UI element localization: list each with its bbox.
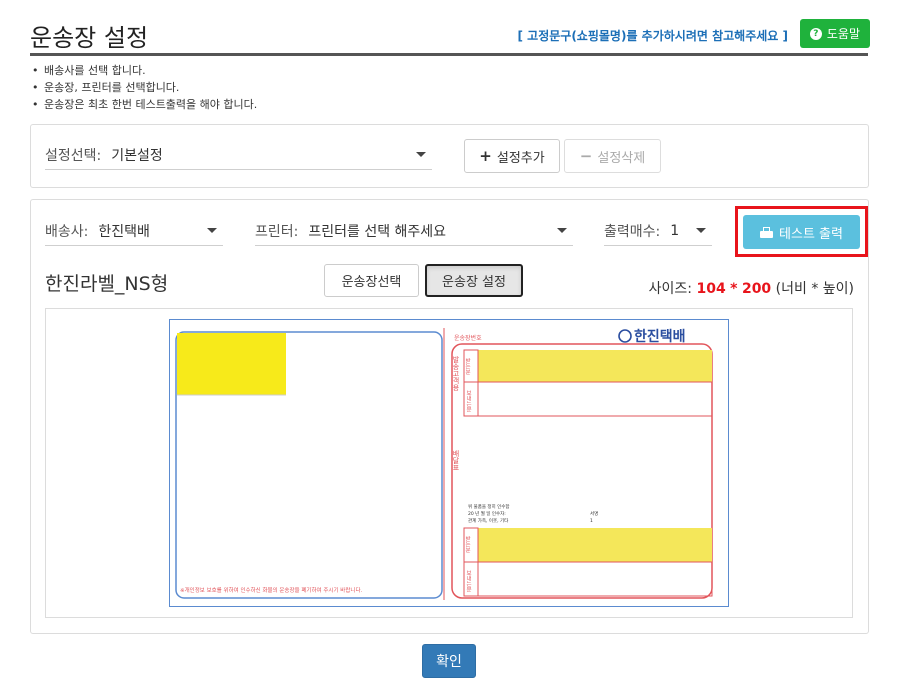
page-title: 운송장 설정 — [30, 24, 149, 52]
instruction-item: 운송장, 프린터를 선택합니다. — [30, 79, 257, 96]
receiver-tag-bottom: 받는분 — [464, 535, 471, 553]
printer-icon — [760, 226, 774, 238]
sender-tag-top: 보내는분 — [465, 390, 472, 413]
left-yellow-block — [177, 333, 286, 395]
sender-row-box-bottom — [463, 561, 713, 597]
receiver-yellow-block-bottom — [478, 528, 712, 562]
add-setting-button[interactable]: + 설정추가 — [464, 139, 560, 173]
lower-side-vertical-text: 배달표 — [452, 449, 460, 471]
receipt-right-1: 서명 — [590, 510, 598, 517]
copies-select-label: 출력매수: — [604, 223, 661, 240]
left-footer-text: ※개인정보 보호를 위하여 인수하신 화물의 운송장을 폐기하여 주시기 바랍니… — [180, 586, 363, 594]
setting-select[interactable]: 설정선택: 기본설정 — [45, 140, 432, 170]
plus-icon: + — [479, 146, 492, 165]
size-width: 104 — [696, 281, 726, 297]
chevron-down-icon — [696, 228, 706, 233]
size-separator: * — [730, 281, 738, 297]
setting-select-label: 설정선택: — [45, 147, 102, 164]
chevron-down-icon — [207, 228, 217, 233]
test-print-button[interactable]: 테스트 출력 — [743, 215, 860, 249]
instruction-item: 운송장은 최초 한번 테스트출력을 해야 합니다. — [30, 96, 257, 113]
instruction-item: 배송사를 선택 합니다. — [30, 62, 257, 79]
size-prefix: 사이즈: — [648, 281, 693, 297]
test-print-label: 테스트 출력 — [779, 226, 843, 242]
label-size-info: 사이즈: 104 * 200 (너비 * 높이) — [649, 278, 854, 298]
instruction-list: 배송사를 선택 합니다. 운송장, 프린터를 선택합니다. 운송장은 최초 한번… — [30, 62, 257, 113]
sender-row-box — [463, 381, 713, 417]
chevron-down-icon — [557, 228, 567, 233]
printer-select-value: 프린터를 선택 해주세요 — [308, 223, 447, 240]
page-header: 운송장 설정 [ 고정문구(쇼핑몰명)를 추가하시려면 참고해주세요 ] ? 도… — [30, 14, 870, 56]
printer-select[interactable]: 프린터: 프린터를 선택 해주세요 — [255, 216, 573, 246]
question-circle-icon: ? — [809, 27, 822, 40]
receiver-yellow-block — [478, 350, 712, 382]
title-divider — [30, 53, 868, 56]
receipt-line-3: 관계 가족, 이웃, 기타 — [468, 517, 509, 524]
fixed-phrase-help-link[interactable]: [ 고정문구(쇼핑몰명)를 추가하시려면 참고해주세요 ] — [518, 27, 789, 44]
receipt-line-1: 위 물품을 정히 인수함 — [468, 503, 510, 510]
help-button[interactable]: ? 도움말 — [799, 19, 870, 48]
side-vertical-text: 발송고객용 — [452, 355, 460, 391]
receipt-right-2: 1 — [590, 518, 593, 524]
waybill-label-preview: ※개인정보 보호를 위하여 인수하신 화물의 운송장을 폐기하여 주시기 바랍니… — [169, 319, 729, 607]
copies-select-value: 1 — [670, 222, 680, 239]
chevron-down-icon — [416, 152, 426, 157]
minus-icon: − — [579, 146, 593, 165]
size-height: 200 — [741, 281, 772, 297]
sender-tag-bottom: 보내는분 — [465, 570, 472, 593]
hanjin-logo-icon — [618, 329, 632, 343]
waybill-select-tab[interactable]: 운송장선택 — [324, 264, 419, 297]
receiver-tag-top: 받는분 — [464, 357, 471, 375]
carrier-select-value: 한진택배 — [98, 223, 150, 240]
delete-setting-label: 설정삭제 — [597, 150, 646, 166]
delete-setting-button[interactable]: − 설정삭제 — [564, 139, 661, 173]
setting-select-value: 기본설정 — [111, 147, 163, 164]
copies-select[interactable]: 출력매수: 1 — [604, 216, 712, 246]
carrier-select[interactable]: 배송사: 한진택배 — [45, 216, 223, 246]
help-button-label: 도움말 — [826, 27, 860, 41]
receipt-line-2: 20 년 월 일 인수자: — [468, 510, 506, 517]
brand-name: 한진택배 — [634, 328, 686, 345]
size-suffix: (너비 * 높이) — [775, 281, 854, 297]
waybill-no-label: 운송장번호 — [454, 334, 482, 342]
waybill-setting-tab[interactable]: 운송장 설정 — [425, 264, 523, 297]
waybill-label-drawing: ※개인정보 보호를 위하여 인수하신 화물의 운송장을 폐기하여 주시기 바랍니… — [175, 328, 713, 600]
label-type-name: 한진라벨_NS형 — [45, 273, 169, 295]
printer-select-label: 프린터: — [255, 223, 299, 240]
confirm-button[interactable]: 확인 — [422, 644, 476, 678]
add-setting-label: 설정추가 — [496, 150, 545, 166]
carrier-select-label: 배송사: — [45, 223, 89, 240]
